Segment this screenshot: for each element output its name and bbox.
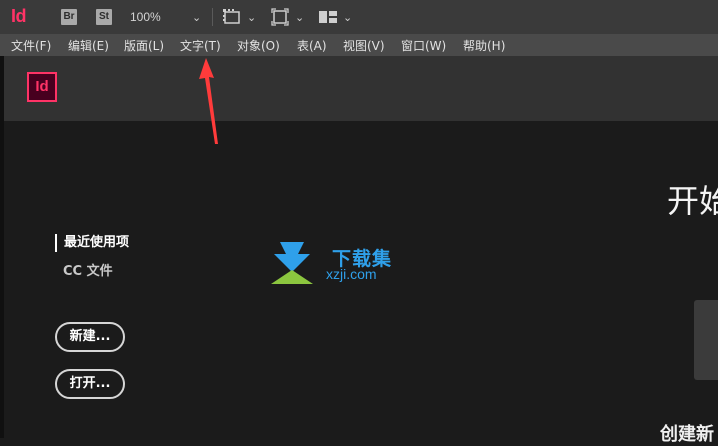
view-options-chevron-down-icon[interactable]: ⌄ [247, 11, 256, 24]
bridge-button[interactable]: Br [61, 9, 77, 25]
menu-layout[interactable]: 版面(L) [124, 37, 164, 54]
view-options-icon[interactable] [222, 8, 242, 26]
menu-type[interactable]: 文字(T) [180, 37, 221, 54]
preset-card[interactable] [694, 300, 718, 380]
menu-window[interactable]: 窗口(W) [401, 37, 446, 54]
indesign-app-icon: Id [27, 72, 57, 102]
menu-bar: 文件(F) 编辑(E) 版面(L) 文字(T) 对象(O) 表(A) 视图(V)… [0, 34, 718, 56]
menu-edit[interactable]: 编辑(E) [68, 37, 109, 54]
open-document-button[interactable]: 打开... [55, 369, 125, 399]
menu-file[interactable]: 文件(F) [11, 37, 51, 54]
welcome-heading: 开始 [667, 182, 718, 220]
new-document-button[interactable]: 新建... [55, 322, 125, 352]
menu-table[interactable]: 表(A) [297, 37, 327, 54]
zoom-chevron-down-icon[interactable]: ⌄ [192, 11, 201, 24]
create-new-heading: 创建新 [660, 424, 714, 445]
screen-mode-icon[interactable] [271, 8, 289, 26]
menu-object[interactable]: 对象(O) [237, 37, 280, 54]
watermark-logo-icon [271, 242, 313, 284]
annotation-arrow-icon [199, 58, 218, 144]
nav-recent-items[interactable]: 最近使用项 [55, 234, 129, 252]
application-bar: Id Br St 100% ⌄ ⌄ ⌄ ⌄ [0, 0, 718, 34]
arrange-documents-icon[interactable] [318, 8, 338, 26]
menu-help[interactable]: 帮助(H) [463, 37, 505, 54]
screen-mode-chevron-down-icon[interactable]: ⌄ [295, 11, 304, 24]
watermark-domain: xzji.com [326, 266, 377, 282]
menu-view[interactable]: 视图(V) [343, 37, 385, 54]
nav-cc-files[interactable]: CC 文件 [63, 260, 113, 279]
zoom-level[interactable]: 100% [130, 10, 161, 24]
stock-button[interactable]: St [96, 9, 112, 25]
arrange-chevron-down-icon[interactable]: ⌄ [343, 11, 352, 24]
indesign-logo: Id [11, 6, 27, 26]
welcome-header-panel [4, 56, 718, 121]
toolbar-divider [212, 8, 213, 26]
